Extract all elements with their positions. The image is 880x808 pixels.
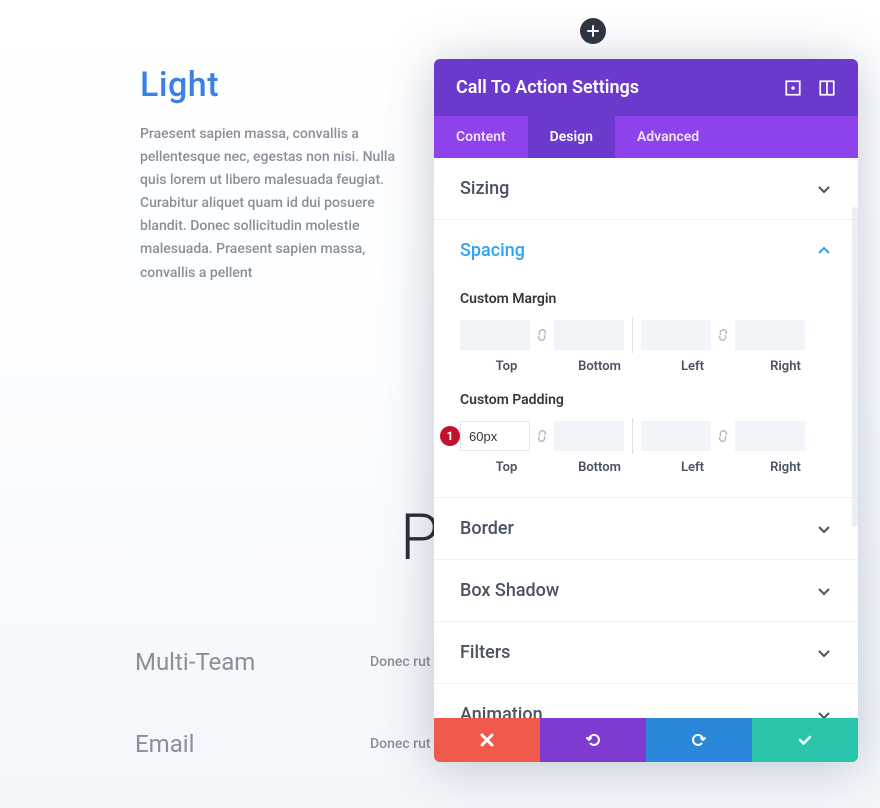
cancel-button[interactable] — [434, 718, 540, 762]
section-animation: Animation — [434, 684, 858, 718]
padding-left-input[interactable] — [641, 421, 711, 451]
undo-button[interactable] — [540, 718, 646, 762]
undo-icon — [585, 732, 601, 748]
label-top: Top — [460, 460, 553, 475]
annotation-badge: 1 — [440, 426, 460, 446]
label-right: Right — [739, 359, 832, 374]
margin-sublabels: Top Bottom Left Right — [460, 359, 832, 374]
section-toggle-sizing[interactable]: Sizing — [434, 158, 858, 219]
tab-content[interactable]: Content — [434, 116, 528, 158]
plus-icon — [587, 25, 599, 37]
divider — [632, 317, 633, 353]
panel-header[interactable]: Call To Action Settings — [434, 59, 858, 116]
section-toggle-spacing[interactable]: Spacing — [434, 220, 858, 281]
tab-advanced[interactable]: Advanced — [615, 116, 721, 158]
padding-bottom-input[interactable] — [554, 421, 624, 451]
chevron-down-icon — [816, 521, 832, 537]
settings-panel: Call To Action Settings Content Design A… — [434, 59, 858, 762]
label-bottom: Bottom — [553, 359, 646, 374]
add-module-button[interactable] — [580, 18, 606, 44]
redo-icon — [691, 732, 707, 748]
section-label: Filters — [460, 642, 816, 663]
divider — [632, 418, 633, 454]
paragraph-light: Praesent sapien massa, convallis a pelle… — [140, 123, 400, 285]
section-body-spacing: Custom Margin — [434, 281, 858, 497]
content-block-light: Light Praesent sapien massa, convallis a… — [140, 65, 400, 285]
link-icon[interactable] — [711, 421, 735, 451]
section-label: Sizing — [460, 178, 816, 199]
snap-icon[interactable] — [818, 79, 836, 97]
margin-left-input[interactable] — [641, 320, 711, 350]
label-top: Top — [460, 359, 553, 374]
section-label: Border — [460, 518, 816, 539]
margin-right-input[interactable] — [735, 320, 805, 350]
scrollbar[interactable] — [852, 207, 858, 527]
section-box-shadow: Box Shadow — [434, 560, 858, 622]
save-button[interactable] — [752, 718, 858, 762]
feature-email: Email Donec rut amet, con — [135, 730, 194, 758]
link-icon[interactable] — [530, 421, 554, 451]
section-filters: Filters — [434, 622, 858, 684]
section-spacing: Spacing Custom Margin — [434, 220, 858, 498]
link-icon[interactable] — [530, 320, 554, 350]
panel-body[interactable]: Sizing Spacing Custom Margin — [434, 158, 858, 718]
label-left: Left — [646, 460, 739, 475]
section-label: Box Shadow — [460, 580, 816, 601]
label-bottom: Bottom — [553, 460, 646, 475]
padding-sublabels: Top Bottom Left Right — [460, 460, 832, 475]
chevron-down-icon — [816, 645, 832, 661]
tabs: Content Design Advanced — [434, 116, 858, 158]
section-toggle-filters[interactable]: Filters — [434, 622, 858, 683]
feature-title: Multi-Team — [135, 648, 255, 676]
close-icon — [479, 732, 495, 748]
section-toggle-box-shadow[interactable]: Box Shadow — [434, 560, 858, 621]
heading-light: Light — [140, 65, 400, 105]
label-custom-margin: Custom Margin — [460, 291, 832, 307]
check-icon — [797, 732, 813, 748]
feature-title: Email — [135, 730, 194, 758]
label-custom-padding: Custom Padding — [460, 392, 832, 408]
chevron-down-icon — [816, 181, 832, 197]
chevron-down-icon — [816, 583, 832, 599]
margin-inputs — [460, 317, 832, 353]
section-toggle-animation[interactable]: Animation — [434, 684, 858, 718]
margin-top-input[interactable] — [460, 320, 530, 350]
padding-right-input[interactable] — [735, 421, 805, 451]
section-toggle-border[interactable]: Border — [434, 498, 858, 559]
margin-bottom-input[interactable] — [554, 320, 624, 350]
section-label: Spacing — [460, 240, 816, 261]
chevron-down-icon — [816, 707, 832, 719]
expand-icon[interactable] — [784, 79, 802, 97]
label-left: Left — [646, 359, 739, 374]
panel-footer — [434, 718, 858, 762]
section-label: Animation — [460, 704, 816, 718]
link-icon[interactable] — [711, 320, 735, 350]
chevron-up-icon — [816, 243, 832, 259]
padding-inputs: 1 — [460, 418, 832, 454]
padding-top-input[interactable] — [460, 421, 530, 451]
panel-title: Call To Action Settings — [456, 77, 768, 98]
tab-design[interactable]: Design — [528, 116, 615, 158]
redo-button[interactable] — [646, 718, 752, 762]
label-right: Right — [739, 460, 832, 475]
feature-multi-team: Multi-Team Donec rut amet, con — [135, 648, 255, 676]
section-border: Border — [434, 498, 858, 560]
section-sizing: Sizing — [434, 158, 858, 220]
